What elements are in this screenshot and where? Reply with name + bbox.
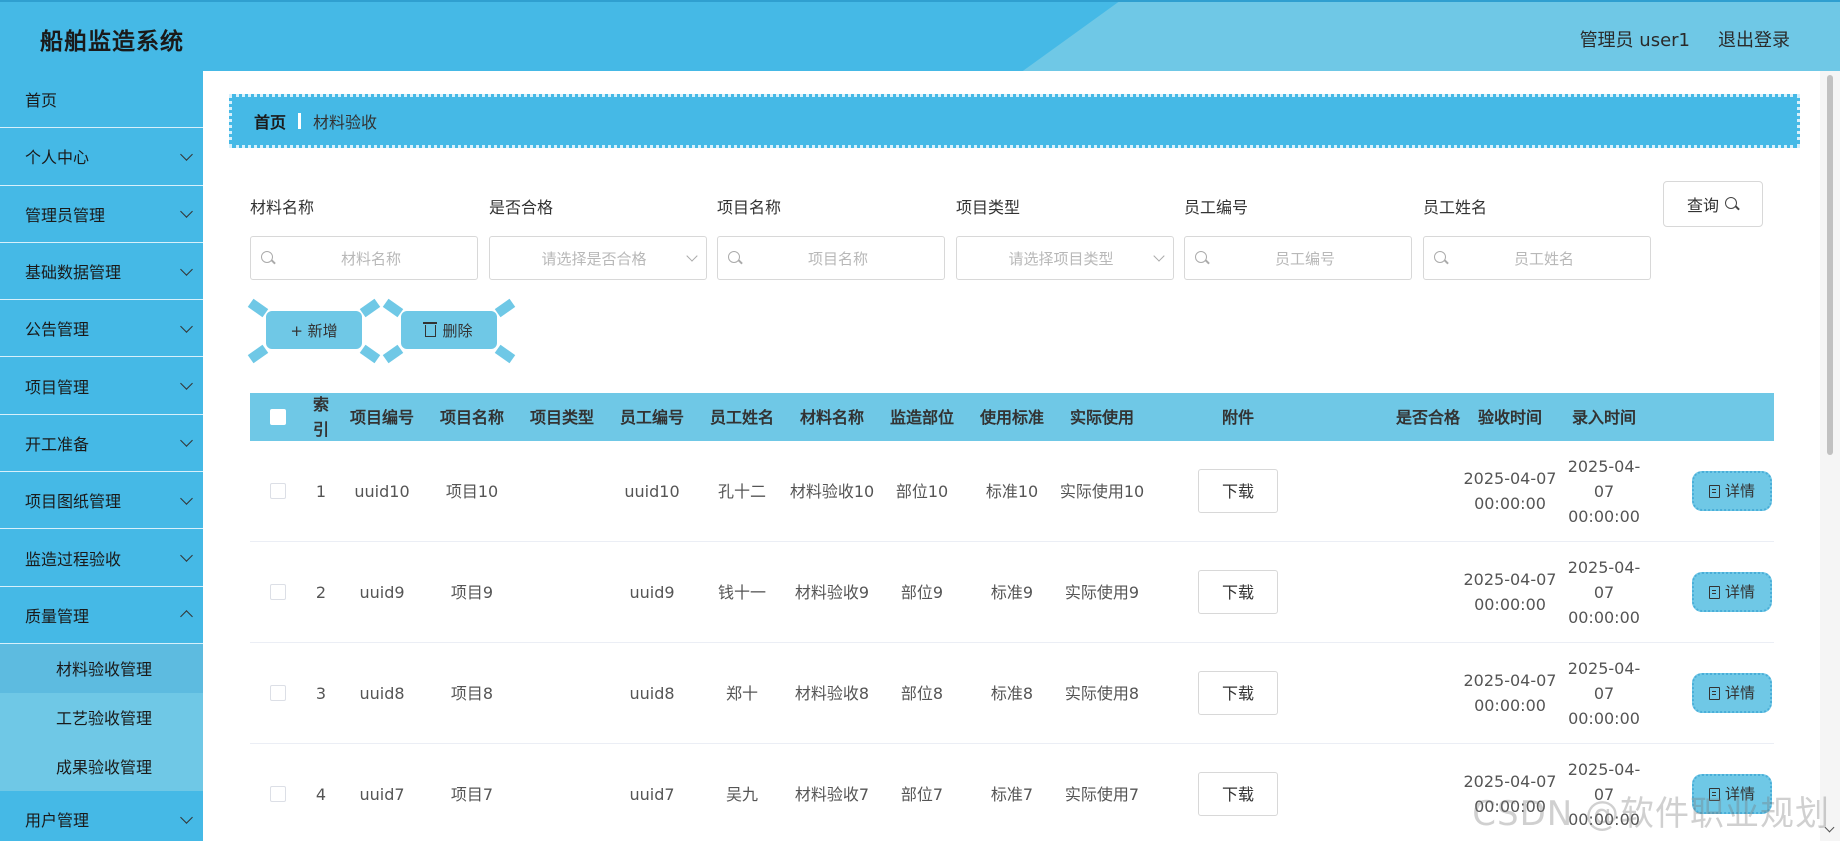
detail-button[interactable]: 详情 (1692, 471, 1772, 511)
emp-no-input[interactable]: 员工编号 (1184, 236, 1412, 280)
sidebar-item-admin[interactable]: 管理员管理 (0, 186, 203, 243)
add-button[interactable]: + 新增 (266, 311, 362, 349)
col-emp-no: 员工编号 (619, 407, 684, 427)
chevron-down-icon (180, 434, 193, 448)
download-button[interactable]: 下载 (1198, 671, 1278, 715)
row-checkbox[interactable] (270, 584, 286, 600)
ok-select[interactable]: 请选择是否合格 (489, 236, 707, 280)
sidebar-item-quality[interactable]: 质量管理 (0, 587, 203, 644)
project-name-input[interactable]: 项目名称 (717, 236, 945, 280)
breadcrumb-separator (298, 113, 302, 129)
search-icon (261, 251, 275, 265)
filter-emp-no: 员工编号 员工编号 (1184, 194, 1412, 280)
row-checkbox[interactable] (270, 483, 286, 499)
sidebar-item-basedata[interactable]: 基础数据管理 (0, 243, 203, 301)
search-icon (1725, 197, 1739, 211)
col-accept-time: 验收时间 (1477, 407, 1542, 427)
filter-ok: 是否合格 请选择是否合格 (489, 194, 707, 280)
sidebar-item-notice[interactable]: 公告管理 (0, 300, 203, 358)
document-icon (1708, 484, 1720, 498)
col-attachment: 附件 (1221, 407, 1254, 427)
row-checkbox[interactable] (270, 685, 286, 701)
breadcrumb: 首页 材料验收 (229, 94, 1800, 148)
table-row: 2 uuid9 项目9 uuid9 钱十一 材料验收9 部位9 标准9 实际使用… (250, 542, 1774, 643)
table-header: 索引 项目编号 项目名称 项目类型 员工编号 员工姓名 材料名称 监造部位 使用… (250, 393, 1774, 441)
trash-icon (423, 322, 438, 337)
sidebar-item-home[interactable]: 首页 (0, 71, 203, 129)
sidebar-item-project[interactable]: 项目管理 (0, 357, 203, 415)
chevron-down-icon (180, 377, 193, 390)
col-standard: 使用标准 (979, 407, 1044, 427)
chevron-down-icon (180, 810, 193, 824)
delete-button-wrap: 删除 (382, 298, 516, 364)
document-icon (1708, 585, 1720, 599)
current-user: 管理员 user1 (1579, 30, 1690, 51)
sidebar-item-prep[interactable]: 开工准备 (0, 415, 203, 473)
col-project-no: 项目编号 (349, 407, 414, 427)
delete-button[interactable]: 删除 (401, 311, 497, 349)
header-decoration (1020, 2, 1840, 71)
app-title: 船舶监造系统 (40, 29, 184, 55)
query-button[interactable]: 查询 (1663, 181, 1763, 227)
col-ok: 是否合格 (1395, 407, 1460, 427)
scrollbar-thumb[interactable] (1827, 75, 1833, 455)
col-emp-name: 员工姓名 (709, 407, 774, 427)
emp-name-input[interactable]: 员工姓名 (1423, 236, 1651, 280)
chevron-down-icon (180, 549, 193, 562)
download-button[interactable]: 下载 (1198, 772, 1278, 816)
logout-link[interactable]: 退出登录 (1718, 26, 1790, 52)
filter-emp-name: 员工姓名 员工姓名 (1423, 194, 1651, 280)
sidebar-subitem-material[interactable]: 材料验收管理 (0, 643, 203, 693)
download-button[interactable]: 下载 (1198, 469, 1278, 513)
chevron-down-icon (180, 491, 193, 505)
sidebar-subitem-craft[interactable]: 工艺验收管理 (0, 693, 203, 742)
main-content: 首页 材料验收 材料名称 材料名称 是否合格 请选择是否合格 项目名称 项目名称… (203, 71, 1820, 841)
watermark: CSDN @软件职业规划 (1472, 794, 1830, 834)
detail-button[interactable]: 详情 (1692, 673, 1772, 713)
search-icon (1434, 251, 1448, 265)
filter-project-type: 项目类型 请选择项目类型 (956, 194, 1174, 280)
sidebar-item-drawings[interactable]: 项目图纸管理 (0, 472, 203, 530)
search-icon (728, 251, 742, 265)
col-project-type: 项目类型 (529, 407, 594, 427)
top-header: 船舶监造系统 管理员 user1 退出登录 (0, 0, 1840, 71)
quality-submenu: 材料验收管理 工艺验收管理 成果验收管理 (0, 643, 203, 791)
col-index: 索引 (312, 395, 329, 439)
col-actual: 实际使用 (1069, 407, 1134, 427)
chevron-down-icon (180, 148, 193, 161)
sidebar-item-process[interactable]: 监造过程验收 (0, 529, 203, 587)
chevron-down-icon (686, 250, 698, 262)
search-icon (1195, 251, 1209, 265)
breadcrumb-home[interactable]: 首页 (254, 109, 286, 133)
table-row: 1 uuid10 项目10 uuid10 孔十二 材料验收10 部位10 标准1… (250, 441, 1774, 542)
breadcrumb-current: 材料验收 (313, 113, 378, 132)
col-dept: 监造部位 (889, 407, 954, 427)
chevron-down-icon (1153, 250, 1165, 262)
sidebar-item-users[interactable]: 用户管理 (0, 791, 203, 841)
chevron-down-icon (180, 205, 193, 219)
chevron-up-icon (180, 610, 193, 624)
chevron-down-icon (180, 319, 193, 333)
table-row: 3 uuid8 项目8 uuid8 郑十 材料验收8 部位8 标准8 实际使用8… (250, 643, 1774, 744)
col-material: 材料名称 (799, 407, 864, 427)
chevron-down-icon (180, 262, 193, 276)
add-button-wrap: + 新增 (247, 298, 381, 364)
sidebar: 首页 个人中心 管理员管理 基础数据管理 公告管理 项目管理 开工准备 项目图纸… (0, 71, 203, 841)
sidebar-subitem-result[interactable]: 成果验收管理 (0, 742, 203, 791)
document-icon (1708, 686, 1720, 700)
page-scrollbar[interactable] (1820, 71, 1840, 841)
filter-project-name: 项目名称 项目名称 (717, 194, 945, 280)
col-project-name: 项目名称 (439, 407, 504, 427)
download-button[interactable]: 下载 (1198, 570, 1278, 614)
material-table: 索引 项目编号 项目名称 项目类型 员工编号 员工姓名 材料名称 监造部位 使用… (250, 393, 1774, 841)
sidebar-item-profile[interactable]: 个人中心 (0, 128, 203, 186)
col-entry-time: 录入时间 (1571, 407, 1636, 427)
detail-button[interactable]: 详情 (1692, 572, 1772, 612)
project-type-select[interactable]: 请选择项目类型 (956, 236, 1174, 280)
row-checkbox[interactable] (270, 786, 286, 802)
material-input[interactable]: 材料名称 (250, 236, 478, 280)
filter-material: 材料名称 材料名称 (250, 194, 478, 280)
select-all-checkbox[interactable] (270, 409, 286, 425)
